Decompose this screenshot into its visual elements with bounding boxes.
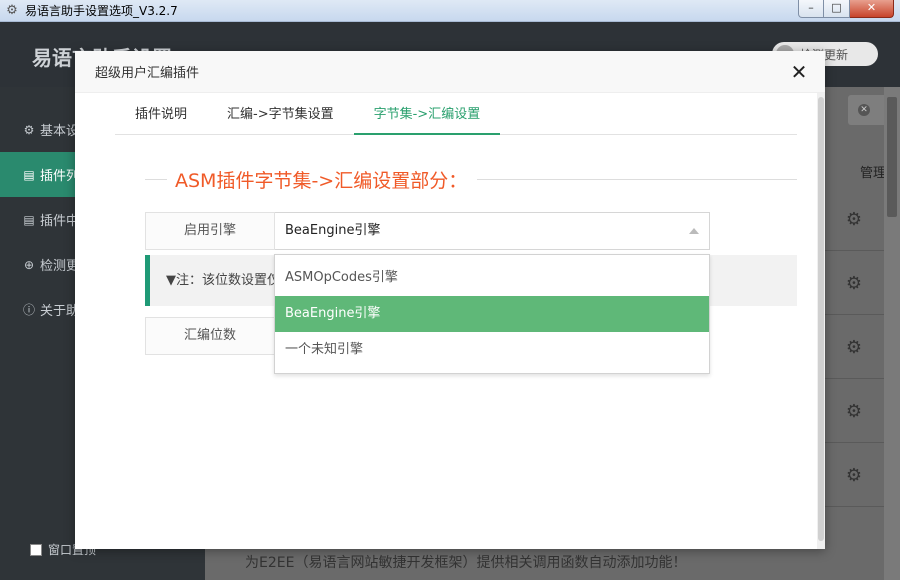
scrollbar-thumb[interactable] (887, 97, 897, 217)
tab-asm-to-bytes[interactable]: 汇编->字节集设置 (207, 93, 354, 135)
caret-up-icon (689, 228, 699, 234)
clipboard-icon: ▤ (23, 212, 35, 227)
tab-bar: 插件说明 汇编->字节集设置 字节集->汇编设置 (115, 93, 797, 135)
section-title: ASM插件字节集->汇编设置部分： (145, 166, 797, 192)
tab-plugin-description[interactable]: 插件说明 (115, 93, 207, 135)
column-header-manage: 管理 (859, 166, 886, 181)
modal-scrollbar[interactable] (817, 93, 825, 549)
window-titlebar: ⚙ 易语言助手设置选项_V3.2.7 – □ ✕ (0, 0, 900, 22)
close-icon[interactable]: ✕ (789, 62, 809, 82)
scrollbar[interactable] (884, 87, 900, 580)
modal-title: 超级用户汇编插件 (95, 66, 200, 81)
window-controls: – □ ✕ (798, 0, 894, 18)
bits-field-label: 汇编位数 (145, 317, 275, 355)
engine-field: 启用引擎 BeaEngine引擎 (145, 212, 710, 250)
checkbox-box[interactable] (30, 543, 42, 556)
divider (477, 178, 797, 180)
plugin-settings-modal: 超级用户汇编插件 ✕ 插件说明 汇编->字节集设置 字节集->汇编设置 ASM插… (75, 51, 825, 549)
clear-icon[interactable]: ✕ (858, 104, 870, 116)
section-title-text: ASM插件字节集->汇编设置部分： (175, 169, 468, 192)
gear-icon[interactable]: ⚙ (846, 337, 862, 358)
modal-header: 超级用户汇编插件 ✕ (75, 51, 825, 93)
clipboard-icon: ▤ (23, 167, 35, 182)
divider (145, 178, 167, 180)
gear-icon: ⚙ (6, 2, 18, 18)
download-icon: ⊕ (23, 257, 35, 272)
gear-icon[interactable]: ⚙ (846, 273, 862, 294)
note-text: ▼注：该位数设置仅 (166, 273, 280, 288)
tab-bytes-to-asm[interactable]: 字节集->汇编设置 (353, 93, 501, 135)
plugin-description: 为E2EE（易语言网站敏捷开发框架）提供相关调用函数自动添加功能！ (245, 555, 687, 571)
minimize-button[interactable]: – (798, 0, 824, 18)
dropdown-option-beaengine[interactable]: BeaEngine引擎 (275, 296, 709, 332)
engine-select-value: BeaEngine引擎 (285, 223, 381, 238)
info-icon: ⓘ (22, 303, 35, 317)
engine-select[interactable]: BeaEngine引擎 (275, 212, 710, 250)
gear-icon[interactable]: ⚙ (846, 465, 862, 486)
gear-icon[interactable]: ⚙ (846, 209, 862, 230)
dropdown-option-unknown[interactable]: 一个未知引擎 (275, 332, 709, 368)
gear-icon[interactable]: ⚙ (846, 401, 862, 422)
engine-field-label: 启用引擎 (145, 212, 275, 250)
dropdown-option-asmopcodes[interactable]: ASMOpCodes引擎 (275, 260, 709, 296)
gear-icon: ⚙ (23, 122, 35, 137)
modal-scrollbar-thumb[interactable] (818, 97, 824, 541)
window-close-button[interactable]: ✕ (850, 0, 894, 18)
window-title: 易语言助手设置选项_V3.2.7 (25, 4, 178, 18)
maximize-button[interactable]: □ (824, 0, 850, 18)
engine-dropdown-list: ASMOpCodes引擎 BeaEngine引擎 一个未知引擎 (274, 254, 710, 374)
